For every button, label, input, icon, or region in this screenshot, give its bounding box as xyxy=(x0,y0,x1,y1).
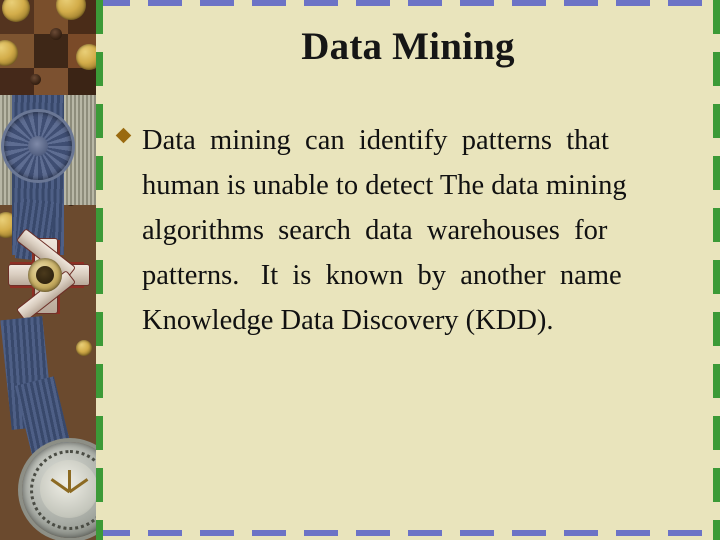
left-dashed-border xyxy=(96,0,103,540)
border-dash xyxy=(408,530,442,536)
border-dash xyxy=(713,260,720,294)
border-dash xyxy=(96,416,103,450)
slide-body: Data mining can identify patterns that h… xyxy=(115,118,702,343)
presentation-slide: Data Mining Data mining can identify pat… xyxy=(0,0,720,540)
decorative-photo-strip xyxy=(0,0,96,540)
border-dash xyxy=(408,0,442,6)
border-dash xyxy=(713,416,720,450)
border-dash xyxy=(713,364,720,398)
border-dash xyxy=(713,208,720,242)
bullet-list-item: Data mining can identify patterns that h… xyxy=(115,118,702,343)
border-dash xyxy=(713,156,720,190)
border-dash xyxy=(356,0,390,6)
border-dash xyxy=(96,520,103,540)
border-dash xyxy=(96,312,103,346)
border-dash xyxy=(304,0,338,6)
border-dash xyxy=(713,52,720,86)
border-dash xyxy=(96,364,103,398)
right-dashed-border xyxy=(713,0,720,540)
border-dash xyxy=(96,104,103,138)
border-dash xyxy=(668,530,702,536)
border-dash xyxy=(200,0,234,6)
body-paragraph: Data mining can identify patterns that h… xyxy=(142,125,627,336)
border-dash xyxy=(616,0,650,6)
border-dash xyxy=(713,468,720,502)
border-dash xyxy=(96,208,103,242)
border-dash xyxy=(564,530,598,536)
border-dash xyxy=(713,0,720,34)
border-dash xyxy=(148,530,182,536)
border-dash xyxy=(200,530,234,536)
border-dash xyxy=(252,530,286,536)
border-dash xyxy=(148,0,182,6)
slide-title: Data Mining xyxy=(301,25,515,68)
border-dash xyxy=(96,260,103,294)
border-dash xyxy=(96,52,103,86)
border-dash xyxy=(713,520,720,540)
border-dash xyxy=(356,530,390,536)
border-dash xyxy=(512,0,546,6)
border-dash xyxy=(668,0,702,6)
border-dash xyxy=(564,0,598,6)
border-dash xyxy=(616,530,650,536)
border-dash xyxy=(96,156,103,190)
border-dash xyxy=(96,0,103,34)
bottom-dashed-border xyxy=(96,530,720,536)
border-dash xyxy=(252,0,286,6)
border-dash xyxy=(512,530,546,536)
border-dash xyxy=(713,104,720,138)
border-dash xyxy=(713,312,720,346)
border-dash xyxy=(96,468,103,502)
border-dash xyxy=(460,0,494,6)
border-dash xyxy=(460,530,494,536)
top-dashed-border xyxy=(96,0,720,6)
border-dash xyxy=(304,530,338,536)
